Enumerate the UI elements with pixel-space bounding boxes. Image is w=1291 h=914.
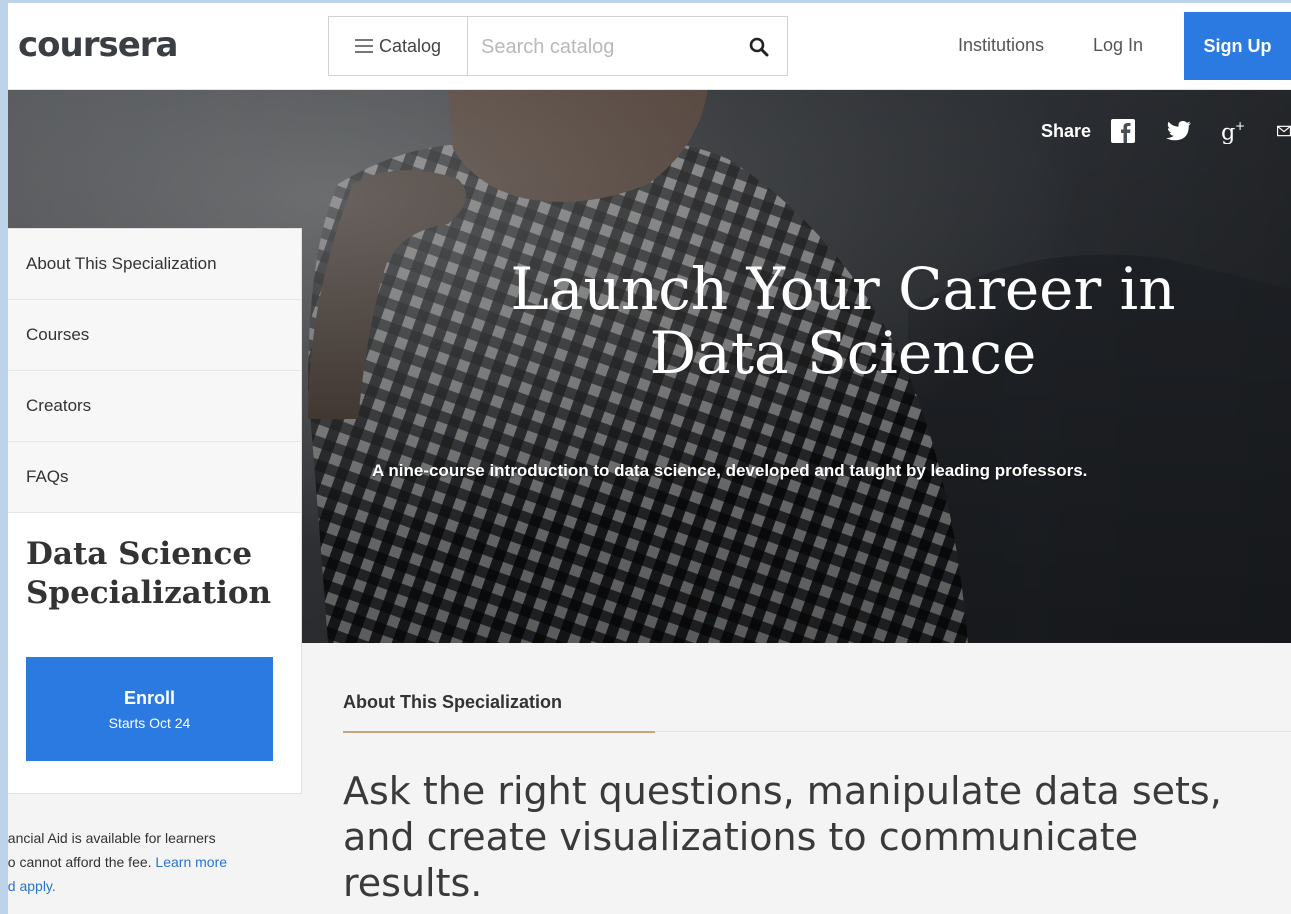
sidebar-item-about[interactable]: About This Specialization <box>8 229 301 300</box>
financial-aid-line-2: ho cannot afford the fee. Learn more <box>0 850 300 874</box>
nav-institutions-link[interactable]: Institutions <box>958 35 1044 56</box>
section-divider <box>655 731 1291 732</box>
financial-aid-note: nancial Aid is available for learners ho… <box>0 826 300 898</box>
share-label: Share <box>1040 120 1091 141</box>
hero-title: Launch Your Career in Data Science <box>338 257 1291 385</box>
about-section-underline <box>343 731 655 733</box>
financial-aid-line-2-text: ho cannot afford the fee. <box>0 854 156 870</box>
specialization-title-line-2: Specialization <box>26 575 272 611</box>
google-plus-icon[interactable]: g + <box>1221 117 1249 145</box>
financial-aid-line-3: nd apply. <box>0 874 300 898</box>
specialization-title-line-1: Data Science <box>26 536 253 572</box>
window-frame-top <box>0 0 1291 3</box>
sidebar-item-creators[interactable]: Creators <box>8 371 301 442</box>
hero-title-line-2: Data Science <box>649 319 1037 387</box>
svg-text:g: g <box>1221 119 1235 144</box>
enroll-start-date: Starts Oct 24 <box>108 714 191 731</box>
catalog-button[interactable]: Catalog <box>329 17 468 75</box>
share-bar: Share g + <box>1041 117 1291 145</box>
specialization-title: Data Science Specialization <box>26 535 283 613</box>
apply-link[interactable]: nd apply. <box>0 878 56 894</box>
hero-title-line-1: Launch Your Career in <box>510 255 1176 323</box>
facebook-icon[interactable] <box>1109 117 1137 145</box>
enroll-label: Enroll <box>123 687 175 708</box>
hero-subtitle: A nine-course introduction to data scien… <box>372 461 1088 480</box>
sidebar-item-faqs[interactable]: FAQs <box>8 442 301 513</box>
window-frame-left <box>0 0 8 914</box>
specialization-summary-heading: Ask the right questions, manipulate data… <box>343 769 1222 905</box>
enroll-card: Data Science Specialization Enroll Start… <box>8 513 301 761</box>
nav-login-link[interactable]: Log In <box>1093 35 1143 56</box>
enroll-button[interactable]: Enroll Starts Oct 24 <box>26 657 273 761</box>
coursera-logo[interactable]: coursera <box>18 25 178 65</box>
sidebar-navigation: About This Specialization Courses Creato… <box>8 228 302 794</box>
list-icon <box>354 38 373 54</box>
search-icon[interactable] <box>749 37 769 57</box>
svg-text:+: + <box>1235 119 1245 133</box>
sidebar-item-courses[interactable]: Courses <box>8 300 301 371</box>
catalog-search-box: Catalog <box>328 16 788 76</box>
twitter-icon[interactable] <box>1165 117 1193 145</box>
top-navigation-bar: coursera Catalog Institutions Log In Sig… <box>0 3 1291 90</box>
search-input[interactable] <box>479 29 733 65</box>
email-icon[interactable] <box>1277 117 1291 145</box>
signup-button[interactable]: Sign Up <box>1184 12 1291 80</box>
financial-aid-line-1: nancial Aid is available for learners <box>0 830 216 846</box>
catalog-label: Catalog <box>378 35 442 56</box>
learn-more-link[interactable]: Learn more <box>155 854 227 870</box>
about-section-label: About This Specialization <box>343 692 563 712</box>
